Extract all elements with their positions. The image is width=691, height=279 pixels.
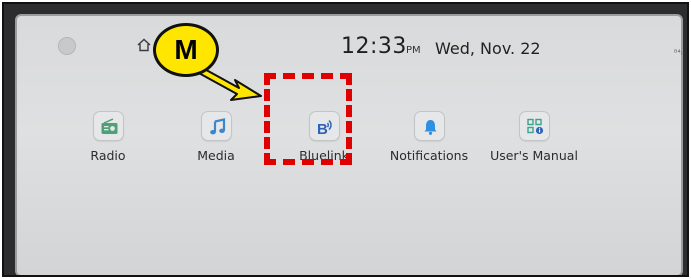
date-display: Wed, Nov. 22 <box>435 39 541 58</box>
page-dot-active[interactable] <box>382 275 392 277</box>
music-note-icon <box>210 118 226 135</box>
profile-icon[interactable] <box>58 37 76 55</box>
radio-icon <box>101 118 118 134</box>
bell-icon <box>424 120 437 135</box>
app-media[interactable]: Media <box>171 111 261 171</box>
qr-manual-icon <box>527 118 544 135</box>
callout-badge: M <box>153 23 219 77</box>
page-dot[interactable] <box>369 275 379 277</box>
page-dot[interactable] <box>356 275 366 277</box>
highlight-box <box>264 73 352 165</box>
clock-time: 12:33 <box>341 34 407 59</box>
app-radio[interactable]: Radio <box>63 111 153 171</box>
app-label-media: Media <box>197 148 235 163</box>
signal-strength-icon: ᴮ⁴ₗ <box>674 48 682 57</box>
home-icon[interactable] <box>136 38 152 52</box>
app-label-radio: Radio <box>90 148 126 163</box>
app-label-notifications: Notifications <box>389 148 469 163</box>
app-notifications[interactable]: Notifications <box>384 111 474 171</box>
app-users-manual[interactable]: User's Manual <box>489 111 579 171</box>
app-label-users-manual: User's Manual <box>490 148 578 163</box>
clock-ampm: PM <box>406 45 421 56</box>
